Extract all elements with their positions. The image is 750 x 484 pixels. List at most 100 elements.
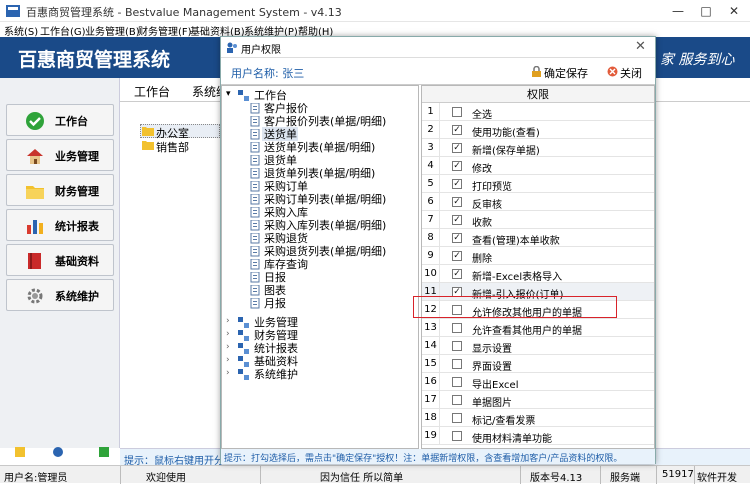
- permission-row: 16 导出Excel: [422, 373, 654, 391]
- close-button[interactable]: 关闭: [620, 65, 642, 81]
- permission-checkbox[interactable]: [452, 377, 462, 387]
- permission-checkbox[interactable]: ✓: [452, 215, 462, 225]
- permission-row: 9 ✓ 删除: [422, 247, 654, 265]
- sidebar-item-business[interactable]: 业务管理: [6, 139, 114, 171]
- permission-label: 单据图片: [472, 398, 512, 409]
- sidebar-item-label: 工作台: [55, 115, 88, 128]
- permission-checkbox[interactable]: [452, 323, 462, 333]
- tree-item-label: 采购订单列表(单据/明细): [264, 193, 387, 206]
- permission-row-number: 1: [422, 103, 440, 121]
- gear-icon: [27, 288, 43, 304]
- permission-label: 查看(管理)本单收款: [472, 236, 560, 247]
- status-motto: 因为信任 所以简单: [320, 473, 404, 484]
- tree-item-label: 送货单: [264, 128, 297, 141]
- permission-row-number: 2: [422, 121, 440, 139]
- permission-checkbox[interactable]: ✓: [452, 269, 462, 279]
- menu-workbench[interactable]: 工作台(G): [40, 23, 86, 38]
- window-title: 百惠商贸管理系统 - Bestvalue Management System -…: [26, 6, 342, 19]
- status-divider: [694, 466, 695, 484]
- sidebar-item-finance[interactable]: 财务管理: [6, 174, 114, 206]
- tree-module-label: 业务管理: [254, 316, 298, 329]
- help-icon[interactable]: [52, 446, 64, 458]
- exit-icon[interactable]: [98, 446, 110, 458]
- sidebar: 工作台 业务管理 财务管理 统计报表 基础资料 系统维护: [0, 78, 120, 457]
- permission-checkbox[interactable]: [452, 107, 462, 117]
- edit-icon[interactable]: [14, 446, 26, 458]
- permission-row: 4 ✓ 修改: [422, 157, 654, 175]
- status-divider: [520, 466, 521, 484]
- document-icon: [250, 285, 260, 296]
- folder-open-icon: [142, 127, 154, 136]
- permission-checkbox[interactable]: [452, 359, 462, 369]
- permission-checkbox[interactable]: ✓: [452, 197, 462, 207]
- permission-row: 14 显示设置: [422, 337, 654, 355]
- expand-arrow-icon[interactable]: ›: [226, 368, 230, 378]
- permission-row-number: 14: [422, 337, 440, 355]
- permission-checkbox[interactable]: ✓: [452, 125, 462, 135]
- expand-arrow-icon[interactable]: ›: [226, 355, 230, 365]
- permission-row-number: 4: [422, 157, 440, 175]
- permission-row: 13 允许查看其他用户的单据: [422, 319, 654, 337]
- app-name: 百惠商贸管理系统: [18, 49, 171, 71]
- permission-checkbox[interactable]: [452, 341, 462, 351]
- permission-checkbox[interactable]: ✓: [452, 143, 462, 153]
- dialog-toolbar: 用户名称: 张三 确定保存 关闭: [221, 58, 655, 85]
- save-button[interactable]: 确定保存: [544, 65, 588, 81]
- expand-arrow-icon[interactable]: ›: [226, 329, 230, 339]
- document-icon: [250, 194, 260, 205]
- minimize-button[interactable]: —: [664, 0, 692, 22]
- permission-row: 2 ✓ 使用功能(查看): [422, 121, 654, 139]
- tree-item-label: 月报: [264, 297, 286, 310]
- module-icon: [238, 343, 249, 354]
- check-circle-icon: [26, 112, 44, 130]
- expand-arrow-icon[interactable]: ▾: [226, 89, 231, 99]
- sidebar-item-basic-data[interactable]: 基础资料: [6, 244, 114, 276]
- sidebar-item-reports[interactable]: 统计报表: [6, 209, 114, 241]
- module-icon: [238, 90, 249, 101]
- dialog-close-x-icon[interactable]: ✕: [635, 39, 646, 54]
- expand-arrow-icon[interactable]: ›: [226, 316, 230, 326]
- tree-item-label: 采购订单: [264, 180, 308, 193]
- tree-item-label: 库存查询: [264, 258, 308, 271]
- expand-arrow-icon[interactable]: ›: [226, 342, 230, 352]
- permission-checkbox[interactable]: [452, 413, 462, 423]
- permission-row: 15 界面设置: [422, 355, 654, 373]
- permission-checkbox[interactable]: [452, 431, 462, 441]
- department-panel: 办公室 销售部: [128, 120, 220, 440]
- permission-row: 1 全选: [422, 103, 654, 121]
- permission-checkbox[interactable]: ✓: [452, 179, 462, 189]
- tree-item-label: 图表: [264, 284, 286, 297]
- title-bar: 百惠商贸管理系统 - Bestvalue Management System -…: [0, 0, 750, 22]
- permission-label: 允许查看其他用户的单据: [472, 326, 582, 337]
- dept-sales[interactable]: 销售部: [156, 139, 189, 155]
- permission-header-label: 权限: [527, 88, 549, 101]
- menu-finance[interactable]: 财务管理(F): [138, 23, 192, 38]
- permission-checkbox[interactable]: ✓: [452, 233, 462, 243]
- sidebar-item-workbench[interactable]: 工作台: [6, 104, 114, 136]
- permission-checkbox[interactable]: ✓: [452, 251, 462, 261]
- slogan: 家 服务到心: [660, 52, 735, 68]
- close-window-button[interactable]: ✕: [720, 0, 748, 22]
- tree-module-label: 基础资料: [254, 355, 298, 368]
- sidebar-item-maintenance[interactable]: 系统维护: [6, 279, 114, 311]
- document-icon: [250, 298, 260, 309]
- tree-item-label: 采购入库: [264, 206, 308, 219]
- permission-label: 界面设置: [472, 362, 512, 373]
- permission-label: 导出Excel: [472, 380, 519, 391]
- permission-row-number: 3: [422, 139, 440, 157]
- permission-row: 18 标记/查看发票: [422, 409, 654, 427]
- status-bar: 用户名:管理员 欢迎使用 因为信任 所以简单 版本号4.13 服务端 51917…: [0, 465, 750, 484]
- menu-business[interactable]: 业务管理(B): [85, 23, 140, 38]
- tab-workbench[interactable]: 工作台: [134, 83, 170, 100]
- maximize-button[interactable]: □: [692, 0, 720, 22]
- menu-system[interactable]: 系统(S): [4, 23, 38, 38]
- document-icon: [250, 103, 260, 114]
- document-icon: [250, 129, 260, 140]
- permission-checkbox[interactable]: ✓: [452, 161, 462, 171]
- permission-row: 19 使用材料清单功能: [422, 427, 654, 445]
- status-software: 软件开发: [697, 473, 737, 484]
- permission-row-number: 15: [422, 355, 440, 373]
- permission-row-number: 10: [422, 265, 440, 283]
- book-icon: [28, 253, 41, 269]
- permission-checkbox[interactable]: [452, 395, 462, 405]
